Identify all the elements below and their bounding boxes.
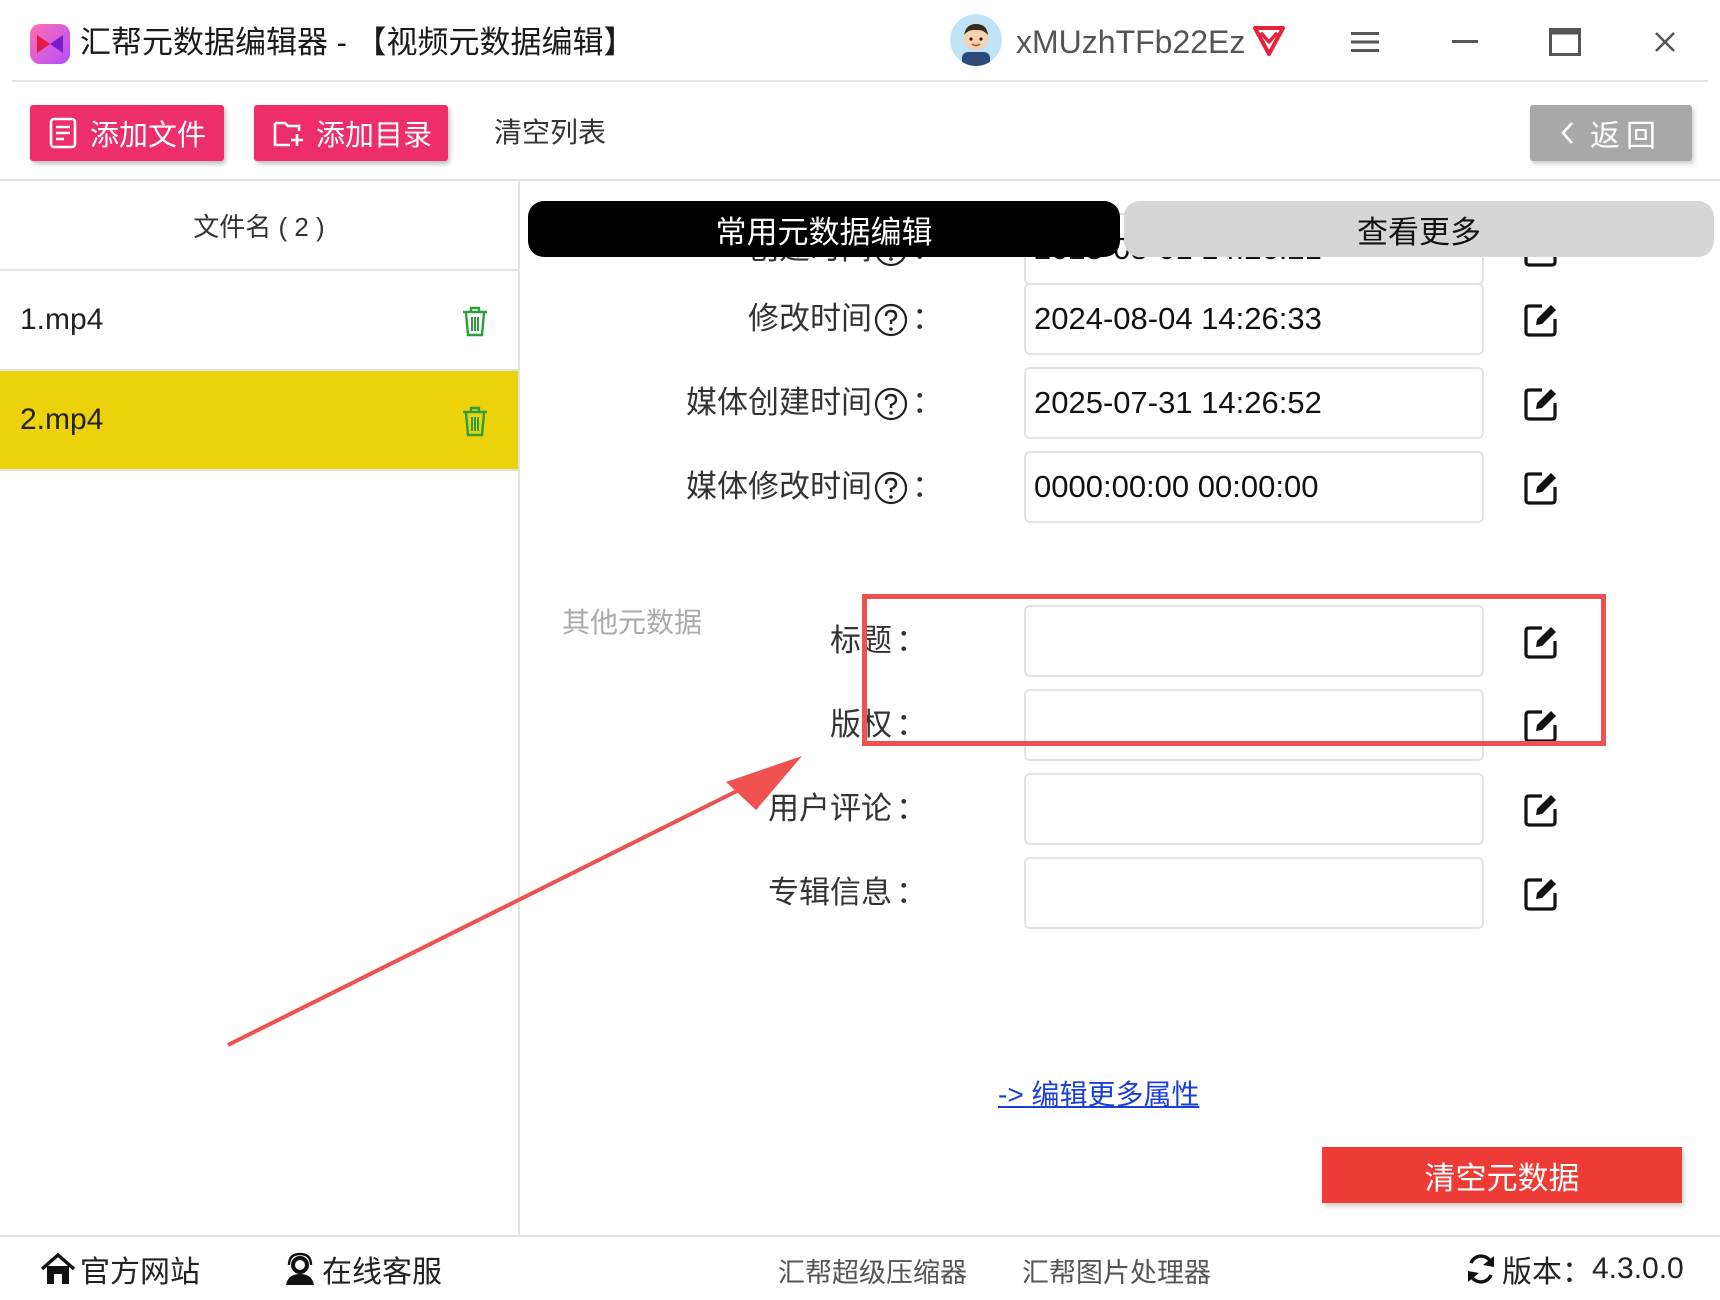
- field-colon: ：: [896, 707, 927, 742]
- add-folder-label: 添加目录: [316, 120, 433, 152]
- add-file-label: 添加文件: [90, 120, 207, 152]
- help-circle-icon[interactable]: [874, 471, 908, 505]
- file-list-header: 文件名 ( 2 ): [0, 181, 518, 271]
- field-colon: ：: [896, 623, 927, 658]
- clear-list-button[interactable]: 清空列表: [494, 113, 606, 153]
- field-label: 修改时间: [748, 301, 872, 336]
- image-tool-link[interactable]: 汇帮图片处理器: [1022, 1251, 1211, 1290]
- help-circle-icon[interactable]: [874, 387, 908, 421]
- edit-icon[interactable]: [1522, 469, 1560, 507]
- file-row[interactable]: 1.mp4: [0, 271, 518, 371]
- metadata-panel: 常用元数据编辑 查看更多 创建时间：修改时间：媒体创建时间：媒体修改时间：标题：…: [522, 181, 1720, 1235]
- field-input[interactable]: [1024, 857, 1484, 929]
- media-create-time-row: 媒体创建时间 ：: [522, 367, 1720, 439]
- field-label: 专辑信息: [768, 875, 892, 910]
- version-label: 版本：: [1502, 1256, 1592, 1289]
- help-circle-icon[interactable]: [874, 303, 908, 337]
- home-icon: [40, 1252, 76, 1284]
- file-name: 2.mp4: [20, 403, 104, 436]
- edit-icon[interactable]: [1522, 623, 1560, 661]
- file-name: 1.mp4: [20, 303, 104, 336]
- avatar[interactable]: [950, 14, 1002, 66]
- tab-common-metadata[interactable]: 常用元数据编辑: [528, 201, 1120, 257]
- toolbar: 添加文件 添加目录 清空列表 返回: [0, 83, 1720, 181]
- chevron-left-icon: [1561, 122, 1573, 144]
- modify-time-row: 修改时间 ：: [522, 283, 1720, 355]
- field-label: 媒体修改时间: [686, 469, 872, 504]
- official-website-label: 官方网站: [80, 1256, 200, 1289]
- field-colon: ：: [896, 875, 927, 910]
- field-input[interactable]: [1024, 773, 1484, 845]
- refresh-icon: [1468, 1254, 1494, 1284]
- field-input[interactable]: [1024, 689, 1484, 761]
- title-bar: 汇帮元数据编辑器 - 【视频元数据编辑】 xMUzhTFb22Ez: [0, 0, 1720, 83]
- field-colon: ：: [912, 469, 943, 504]
- trash-icon[interactable]: [460, 305, 490, 337]
- back-label: 返回: [1590, 120, 1662, 153]
- window-title: 汇帮元数据编辑器 - 【视频元数据编辑】: [80, 25, 635, 60]
- file-list-icon: [49, 117, 77, 149]
- footer: 官方网站 在线客服 汇帮超级压缩器 汇帮图片处理器 版本： 4.3.0.0: [0, 1235, 1720, 1300]
- online-support-label: 在线客服: [322, 1256, 442, 1289]
- folder-add-icon: [273, 121, 303, 147]
- edit-more-properties-link[interactable]: -> 编辑更多属性: [998, 1073, 1199, 1113]
- back-button[interactable]: 返回: [1530, 105, 1692, 161]
- media-modify-time-row: 媒体修改时间 ：: [522, 451, 1720, 523]
- comment-field-row: 用户评论：: [522, 773, 1720, 845]
- edit-icon[interactable]: [1522, 385, 1560, 423]
- edit-icon[interactable]: [1522, 707, 1560, 745]
- field-label: 版权: [830, 707, 892, 742]
- copyright-field-row: 版权：: [522, 689, 1720, 761]
- file-list-panel: 文件名 ( 2 ) 1.mp4 2.mp4: [0, 181, 520, 1235]
- album-field-row: 专辑信息：: [522, 857, 1720, 929]
- trash-icon[interactable]: [460, 405, 490, 437]
- maximize-icon[interactable]: [1543, 20, 1587, 64]
- file-row[interactable]: 2.mp4: [0, 371, 518, 471]
- field-label: 用户评论: [768, 791, 892, 826]
- add-file-button[interactable]: 添加文件: [30, 105, 224, 161]
- field-colon: ：: [912, 301, 943, 336]
- field-input[interactable]: [1024, 605, 1484, 677]
- field-label: 媒体创建时间: [686, 385, 872, 420]
- tab-view-more[interactable]: 查看更多: [1124, 201, 1714, 257]
- version-number: 4.3.0.0: [1592, 1252, 1684, 1285]
- version-info[interactable]: 版本： 4.3.0.0: [1464, 1247, 1684, 1291]
- close-icon[interactable]: [1643, 20, 1687, 64]
- edit-icon[interactable]: [1522, 301, 1560, 339]
- support-icon: [286, 1252, 314, 1285]
- edit-icon[interactable]: [1522, 875, 1560, 913]
- add-folder-button[interactable]: 添加目录: [254, 105, 448, 161]
- tab-bar: 常用元数据编辑 查看更多: [522, 201, 1720, 257]
- compressor-link[interactable]: 汇帮超级压缩器: [778, 1251, 967, 1290]
- menu-icon[interactable]: [1343, 20, 1387, 64]
- username: xMUzhTFb22Ez: [1016, 24, 1246, 60]
- app-logo-icon: [30, 24, 70, 64]
- online-support-link[interactable]: 在线客服: [282, 1247, 442, 1291]
- field-input[interactable]: [1024, 367, 1484, 439]
- official-website-link[interactable]: 官方网站: [40, 1247, 200, 1291]
- title-divider: [12, 80, 1708, 82]
- minimize-icon[interactable]: [1443, 20, 1487, 64]
- field-colon: ：: [912, 385, 943, 420]
- edit-icon[interactable]: [1522, 791, 1560, 829]
- vip-diamond-icon[interactable]: [1250, 20, 1288, 58]
- clear-metadata-button[interactable]: 清空元数据: [1322, 1147, 1682, 1203]
- field-input[interactable]: [1024, 451, 1484, 523]
- field-colon: ：: [896, 791, 927, 826]
- field-input[interactable]: [1024, 283, 1484, 355]
- other-metadata-heading: 其他元数据: [562, 607, 703, 638]
